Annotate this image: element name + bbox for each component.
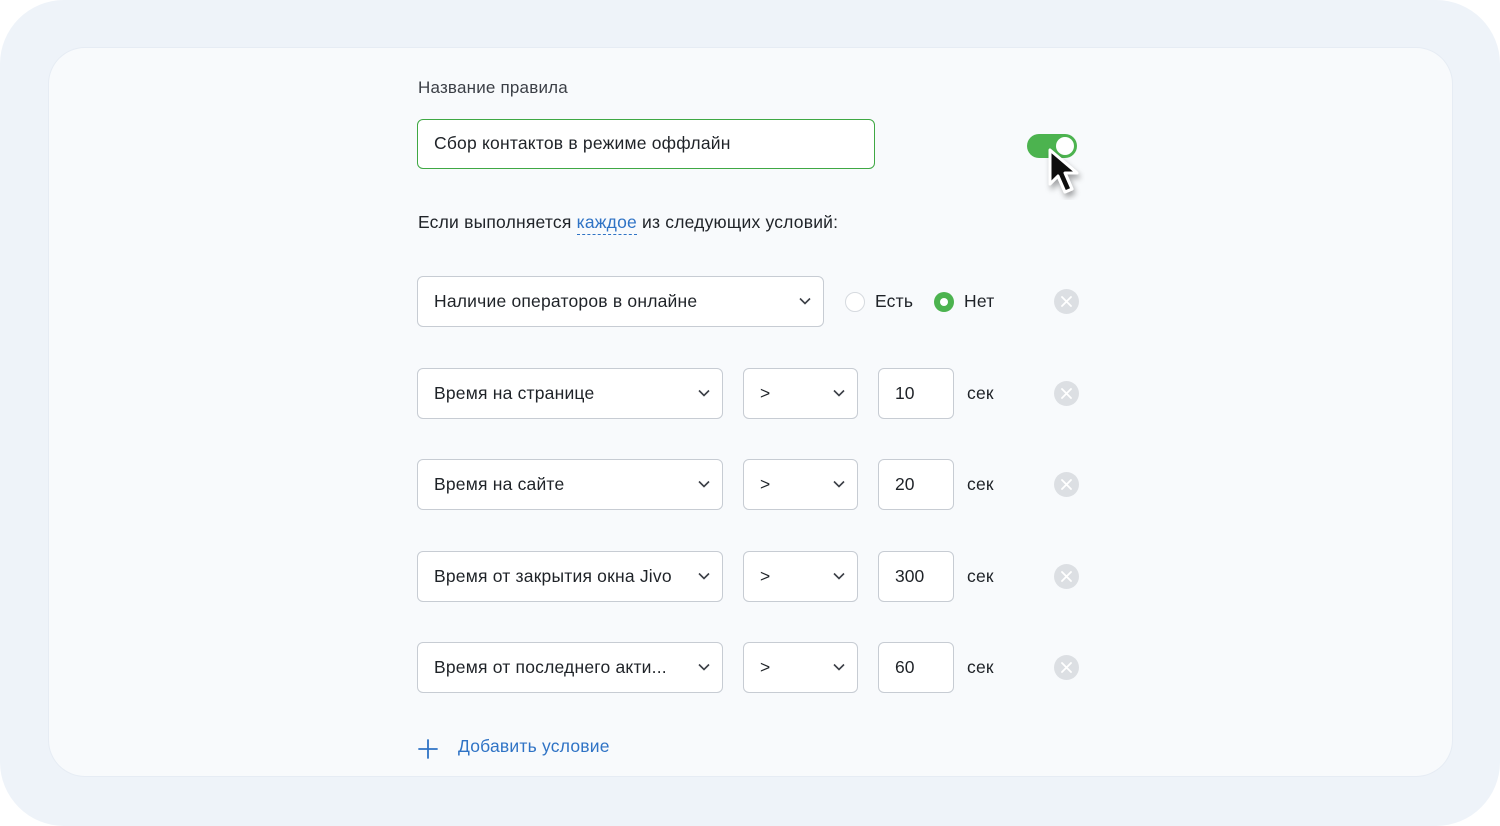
condition-field-select[interactable]: Время на странице bbox=[417, 368, 723, 419]
condition-header-suffix: из следующих условий: bbox=[642, 212, 839, 232]
cursor-arrow-icon bbox=[1048, 148, 1079, 194]
chevron-down-icon bbox=[698, 389, 710, 397]
condition-operator-select[interactable]: > bbox=[743, 459, 858, 510]
condition-mode-link[interactable]: каждое bbox=[576, 212, 637, 235]
close-icon bbox=[1061, 571, 1072, 582]
condition-operator-value: > bbox=[760, 383, 771, 403]
chevron-down-icon bbox=[833, 480, 845, 488]
rule-name-input[interactable]: Сбор контактов в режиме оффлайн bbox=[417, 119, 875, 169]
condition-field-select[interactable]: Время от последнего акти... bbox=[417, 642, 723, 693]
condition-operator-select[interactable]: > bbox=[743, 551, 858, 602]
close-icon bbox=[1061, 662, 1072, 673]
condition-value-input[interactable]: 20 bbox=[878, 459, 954, 510]
condition-field-select[interactable]: Время от закрытия окна Jivo bbox=[417, 551, 723, 602]
chevron-down-icon bbox=[833, 389, 845, 397]
condition-field-select[interactable]: Время на сайте bbox=[417, 459, 723, 510]
condition-field-value: Время от последнего акти... bbox=[434, 657, 667, 677]
condition-header-prefix: Если выполняется bbox=[418, 212, 572, 232]
condition-unit: сек bbox=[967, 566, 994, 586]
remove-condition-button[interactable] bbox=[1054, 655, 1079, 680]
remove-condition-button[interactable] bbox=[1054, 381, 1079, 406]
condition-operator-value: > bbox=[760, 566, 771, 586]
condition-unit: сек bbox=[967, 383, 994, 403]
condition-value-input[interactable]: 300 bbox=[878, 551, 954, 602]
condition-value-input[interactable]: 60 bbox=[878, 642, 954, 693]
rule-name-label: Название правила bbox=[418, 78, 568, 97]
remove-condition-button[interactable] bbox=[1054, 564, 1079, 589]
radio-option-no[interactable] bbox=[934, 292, 954, 312]
condition-header: Если выполняется каждое из следующих усл… bbox=[418, 212, 839, 235]
radio-option-yes[interactable] bbox=[845, 292, 865, 312]
condition-field-value: Время на странице bbox=[434, 383, 595, 403]
plus-icon bbox=[418, 739, 438, 759]
chevron-down-icon bbox=[833, 663, 845, 671]
condition-field-select[interactable]: Наличие операторов в онлайне bbox=[417, 276, 824, 327]
close-icon bbox=[1061, 296, 1072, 307]
condition-unit: сек bbox=[967, 474, 994, 494]
condition-operator-value: > bbox=[760, 657, 771, 677]
condition-operator-select[interactable]: > bbox=[743, 642, 858, 693]
condition-field-value: Наличие операторов в онлайне bbox=[434, 291, 698, 311]
close-icon bbox=[1061, 479, 1072, 490]
chevron-down-icon bbox=[698, 663, 710, 671]
condition-value-input[interactable]: 10 bbox=[878, 368, 954, 419]
radio-label-no: Нет bbox=[964, 291, 995, 311]
condition-operator-value: > bbox=[760, 474, 771, 494]
condition-field-value: Время на сайте bbox=[434, 474, 565, 494]
condition-field-value: Время от закрытия окна Jivo bbox=[434, 566, 672, 586]
radio-label-yes: Есть bbox=[875, 291, 914, 311]
close-icon bbox=[1061, 388, 1072, 399]
chevron-down-icon bbox=[833, 572, 845, 580]
condition-operator-select[interactable]: > bbox=[743, 368, 858, 419]
chevron-down-icon bbox=[698, 572, 710, 580]
remove-condition-button[interactable] bbox=[1054, 289, 1079, 314]
remove-condition-button[interactable] bbox=[1054, 472, 1079, 497]
chevron-down-icon bbox=[698, 480, 710, 488]
condition-unit: сек bbox=[967, 657, 994, 677]
add-condition-label: Добавить условие bbox=[458, 736, 610, 756]
chevron-down-icon bbox=[799, 297, 811, 305]
